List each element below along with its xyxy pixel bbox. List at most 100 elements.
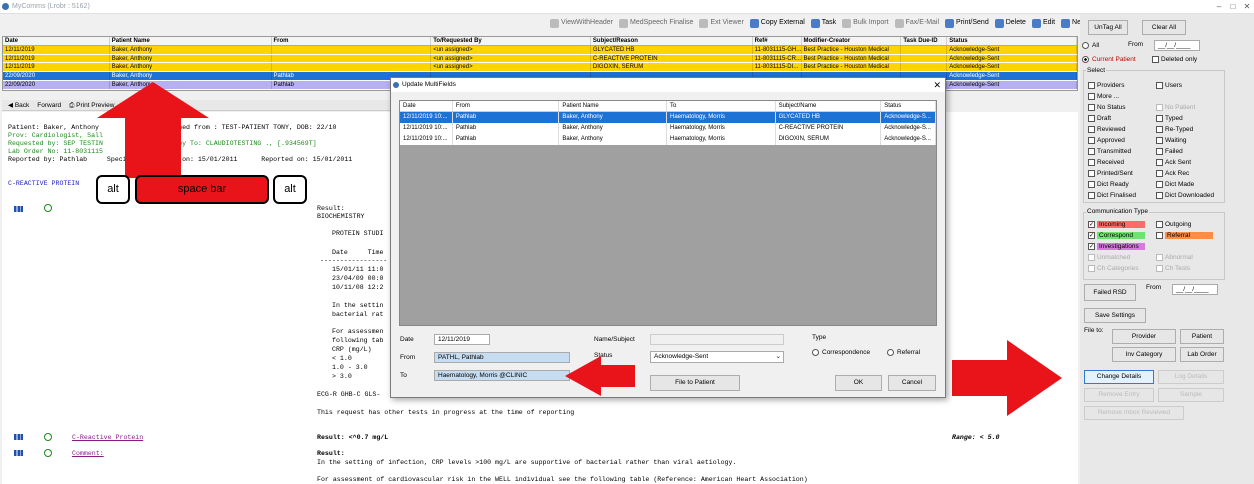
select-checkbox[interactable]: Waiting (1156, 137, 1186, 144)
minimize-icon[interactable]: – (1212, 0, 1226, 14)
deleted-only-checkbox[interactable]: Deleted only (1152, 56, 1197, 63)
grid-column-header[interactable]: Task Due-ID (901, 37, 948, 45)
comm-type-checkbox[interactable]: Ch Categories (1088, 265, 1139, 272)
select-checkbox[interactable]: Draft (1088, 115, 1111, 122)
select-checkbox[interactable]: No Status (1088, 104, 1126, 111)
provider-button[interactable]: Provider (1112, 329, 1176, 344)
comm-type-checkbox[interactable]: Outgoing (1156, 221, 1191, 228)
lab-order-button[interactable]: Lab Order (1180, 347, 1224, 362)
dialog-column-header[interactable]: From (453, 101, 560, 111)
select-checkbox[interactable]: Received (1088, 159, 1124, 166)
toolbar-button-8[interactable]: Delete (994, 16, 1026, 30)
select-checkbox[interactable]: Dict Ready (1088, 181, 1129, 188)
grid-column-header[interactable]: Ref# (753, 37, 802, 45)
select-checkbox[interactable]: No Patient (1156, 104, 1195, 111)
toolbar-button-4[interactable]: Task (810, 16, 836, 30)
name-subject-field[interactable] (650, 334, 784, 345)
comm-type-checkbox[interactable]: Unmatched (1088, 254, 1130, 261)
grid-column-header[interactable]: Date (3, 37, 110, 45)
toolbar-button-7[interactable]: Print/Send (945, 16, 989, 30)
select-checkbox[interactable]: Dict Made (1156, 181, 1194, 188)
select-checkbox[interactable]: Providers (1088, 82, 1124, 89)
all-radio[interactable]: All (1082, 42, 1099, 49)
referral-radio[interactable]: Referral (887, 349, 920, 356)
forward-button[interactable]: Forward (37, 100, 61, 110)
dialog-column-header[interactable]: To (667, 101, 776, 111)
comm-type-checkbox[interactable]: ✓ Investigations (1088, 243, 1145, 250)
list-item[interactable]: 12/11/2019 10:... Pathlab Baker, Anthony Ha… (400, 134, 936, 145)
status-circle-icon[interactable] (44, 204, 52, 212)
inv-category-button[interactable]: Inv Category (1112, 347, 1176, 362)
back-button[interactable]: ◀ Back (8, 100, 29, 110)
dialog-column-header[interactable]: Patient Name (559, 101, 667, 111)
file-to-patient-button[interactable]: File to Patient (650, 375, 740, 391)
from-field[interactable]: PATHL, Pathlab (434, 352, 570, 363)
maximize-icon[interactable]: □ (1226, 0, 1240, 14)
from-date-field[interactable]: __/__/____ (1154, 40, 1200, 51)
grid-column-header[interactable]: Status (947, 37, 1078, 45)
list-item[interactable]: 12/11/2019 10:... Pathlab Baker, Anthony Ha… (400, 123, 936, 134)
select-checkbox[interactable]: Failed (1156, 148, 1183, 155)
graph-icon[interactable] (14, 206, 23, 212)
failed-rsd-button[interactable]: Failed RSD (1084, 284, 1136, 301)
status-select[interactable]: Acknowledge-Sent ⌄ (650, 351, 784, 363)
dialog-column-header[interactable]: Subject/Name (776, 101, 882, 111)
cancel-button[interactable]: Cancel (888, 375, 936, 391)
grid-column-header[interactable]: To/Requested By (431, 37, 591, 45)
patient-button[interactable]: Patient (1180, 329, 1224, 344)
save-settings-button[interactable]: Save Settings (1084, 308, 1146, 323)
current-patient-radio[interactable]: Current Patient (1082, 56, 1136, 63)
comment-link[interactable]: Comment: (72, 450, 104, 458)
select-checkbox[interactable]: Dict Finalised (1088, 192, 1136, 199)
select-checkbox[interactable]: More ... (1088, 93, 1119, 100)
comm-type-checkbox[interactable]: Ch Tests (1156, 265, 1190, 272)
table-row[interactable]: 12/11/2019 Baker, Anthony <un assigned> C-R… (3, 54, 1078, 64)
comm-type-checkbox[interactable]: ✓ Incoming (1088, 221, 1145, 228)
to-field[interactable]: Haematology, Morris @CLINIC (434, 370, 570, 381)
grid-column-header[interactable]: From (272, 37, 432, 45)
toolbar-button-2[interactable]: Ext Viewer (699, 16, 744, 30)
status-circle-icon[interactable] (44, 433, 52, 441)
toolbar-button-1[interactable]: MedSpeech Finalise (619, 16, 693, 30)
dialog-column-header[interactable]: Date (400, 101, 453, 111)
status-circle-icon[interactable] (44, 449, 52, 457)
graph-icon[interactable] (14, 450, 23, 456)
select-checkbox[interactable]: Dict Downloaded (1156, 192, 1214, 199)
dialog-close-icon[interactable]: ✕ (933, 78, 941, 92)
correspondence-radio[interactable]: Correspondence (812, 349, 870, 356)
table-row[interactable]: 12/11/2019 Baker, Anthony <un assigned> GLY… (3, 45, 1078, 55)
close-icon[interactable]: ✕ (1240, 0, 1254, 14)
clear-all-button[interactable]: Clear All (1142, 20, 1186, 35)
graph-icon[interactable] (14, 434, 23, 440)
grid-column-header[interactable]: Subject/Reason (591, 37, 753, 45)
untag-all-button[interactable]: UnTag All (1088, 20, 1128, 35)
comm-type-checkbox[interactable]: Referral (1156, 232, 1213, 239)
failed-from-date[interactable]: __/__/____ (1172, 284, 1218, 295)
select-checkbox[interactable]: Transmitted (1088, 148, 1131, 155)
list-item[interactable]: 12/11/2019 10:... Pathlab Baker, Anthony Ha… (400, 112, 936, 123)
grid-column-header[interactable]: Patient Name (110, 37, 272, 45)
change-details-button[interactable]: Change Details (1084, 370, 1154, 384)
select-checkbox[interactable]: Re-Typed (1156, 126, 1193, 133)
toolbar-button-9[interactable]: Edit (1031, 16, 1055, 30)
date-field[interactable]: 12/11/2019 (434, 334, 490, 345)
toolbar-button-6[interactable]: Fax/E-Mail (894, 16, 939, 30)
log-details-button[interactable]: Log Details (1158, 370, 1224, 384)
comm-type-checkbox[interactable]: Abnormal (1156, 254, 1193, 261)
remove-reviewed-button[interactable]: Remove Inbox Reviewed (1084, 406, 1184, 420)
ok-button[interactable]: OK (835, 375, 882, 391)
toolbar-button-0[interactable]: ViewWithHeader (550, 16, 613, 30)
select-checkbox[interactable]: Typed (1156, 115, 1183, 122)
select-checkbox[interactable]: Printed/Sent (1088, 170, 1133, 177)
select-checkbox[interactable]: Reviewed (1088, 126, 1126, 133)
comm-type-checkbox[interactable]: ✓ Correspond (1088, 232, 1145, 239)
table-row[interactable]: 12/11/2019 Baker, Anthony <un assigned> DIG… (3, 63, 1078, 73)
select-checkbox[interactable]: Ack Sent (1156, 159, 1191, 166)
sample-button[interactable]: Sample (1158, 388, 1224, 402)
dialog-column-header[interactable]: Status (881, 101, 936, 111)
crp-link[interactable]: C-Reactive Protein (72, 434, 143, 442)
grid-column-header[interactable]: Modifier-Creator (802, 37, 902, 45)
remove-entry-button[interactable]: Remove Entry (1084, 388, 1154, 402)
select-checkbox[interactable]: Approved (1088, 137, 1125, 144)
toolbar-button-5[interactable]: Bulk Import (842, 16, 889, 30)
